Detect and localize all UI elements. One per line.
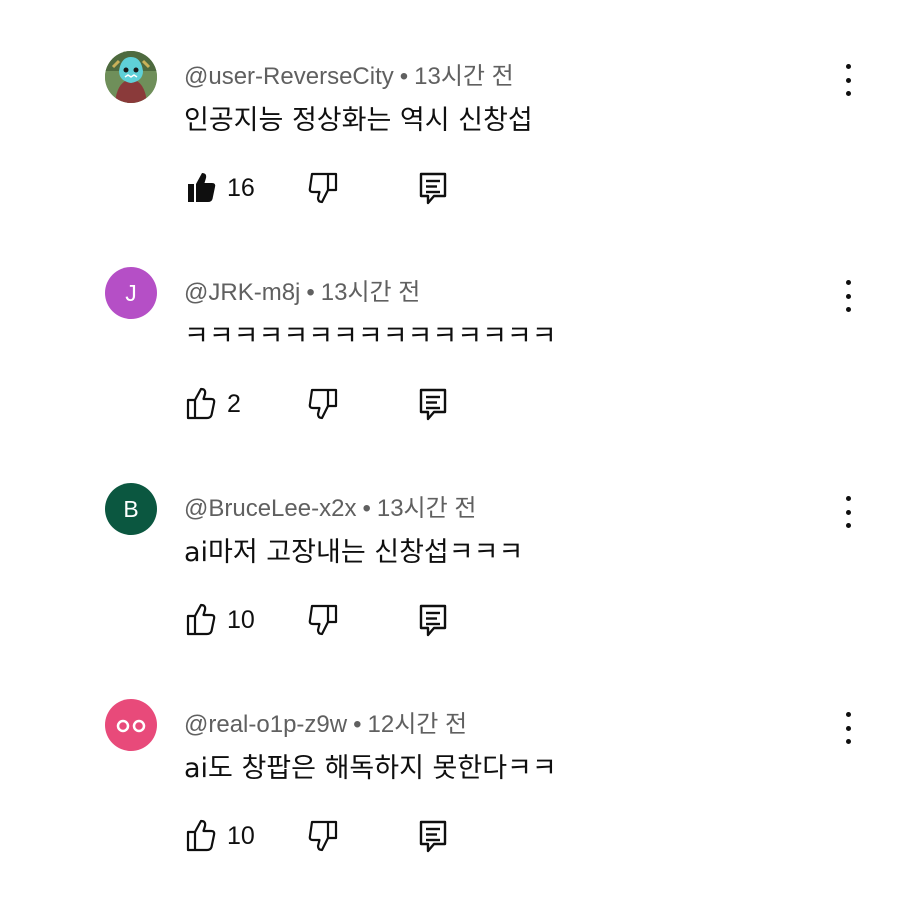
comment-meta: @BruceLee-x2x • 13시간 전: [184, 488, 476, 523]
comment-timestamp[interactable]: 13시간 전: [321, 279, 421, 306]
more-vertical-icon[interactable]: [834, 712, 862, 744]
comment-timestamp[interactable]: 12시간 전: [368, 711, 468, 738]
thumbs-up-icon[interactable]: [184, 818, 218, 854]
reply-comment-icon[interactable]: [418, 602, 448, 638]
comment-text: 인공지능 정상화는 역시 신창섭: [184, 105, 533, 136]
thumbs-up-icon[interactable]: [184, 386, 218, 422]
meta-separator: •: [399, 63, 409, 90]
like-count: 2: [227, 390, 241, 418]
reply-comment-icon[interactable]: [418, 386, 448, 422]
comment-timestamp[interactable]: 13시간 전: [377, 495, 477, 522]
author-name[interactable]: @BruceLee-x2x: [184, 495, 356, 522]
author-name[interactable]: @real-o1p-z9w: [184, 711, 347, 738]
profile-picture-image: [105, 51, 157, 103]
comment-item: @user-ReverseCity • 13시간 전 인공지능 정상화는 역시 신창…: [0, 0, 900, 216]
author-name[interactable]: @user-ReverseCity: [184, 63, 394, 90]
meta-separator: •: [306, 279, 315, 306]
comment-timestamp[interactable]: 13시간 전: [414, 63, 514, 90]
thumbs-down-icon[interactable]: [306, 602, 340, 638]
thumbs-down-icon[interactable]: [306, 170, 340, 206]
comment-text: ai마저 고장내는 신창섭ㅋㅋㅋ: [184, 537, 524, 568]
comment-meta: @real-o1p-z9w • 12시간 전: [184, 704, 467, 739]
comment-text: ai도 창팝은 해독하지 못한다ㅋㅋ: [184, 753, 557, 784]
thumbs-up-icon[interactable]: [184, 170, 218, 206]
comment-item: @real-o1p-z9w • 12시간 전 ai도 창팝은 해독하지 못한다ㅋㅋ …: [0, 648, 900, 864]
comment-item: B @BruceLee-x2x • 13시간 전 ai마저 고장내는 신창섭ㅋㅋㅋ …: [0, 432, 900, 648]
like-count: 10: [227, 822, 255, 850]
avatar[interactable]: [105, 51, 157, 103]
comment-meta: @user-ReverseCity • 13시간 전: [184, 56, 514, 91]
meta-separator: •: [353, 711, 362, 738]
avatar[interactable]: B: [105, 483, 157, 535]
comment-text: ㅋㅋㅋㅋㅋㅋㅋㅋㅋㅋㅋㅋㅋㅋㅋ: [184, 321, 557, 352]
eyes-avatar-icon: [116, 719, 146, 733]
avatar[interactable]: [105, 699, 157, 751]
avatar[interactable]: J: [105, 267, 157, 319]
avatar-letter: B: [123, 495, 139, 522]
like-count: 10: [227, 606, 255, 634]
thumbs-down-icon[interactable]: [306, 386, 340, 422]
author-name[interactable]: @JRK-m8j: [184, 279, 300, 306]
reply-comment-icon[interactable]: [418, 170, 448, 206]
more-vertical-icon[interactable]: [834, 64, 862, 96]
comment-meta: @JRK-m8j • 13시간 전: [184, 272, 420, 307]
thumbs-up-icon[interactable]: [184, 602, 218, 638]
thumbs-down-icon[interactable]: [306, 818, 340, 854]
avatar-letter: J: [125, 279, 137, 306]
like-count: 16: [227, 174, 255, 202]
reply-comment-icon[interactable]: [418, 818, 448, 854]
more-vertical-icon[interactable]: [834, 496, 862, 528]
meta-separator: •: [362, 495, 371, 522]
more-vertical-icon[interactable]: [834, 280, 862, 312]
comment-item: J @JRK-m8j • 13시간 전 ㅋㅋㅋㅋㅋㅋㅋㅋㅋㅋㅋㅋㅋㅋㅋ 2: [0, 216, 900, 432]
